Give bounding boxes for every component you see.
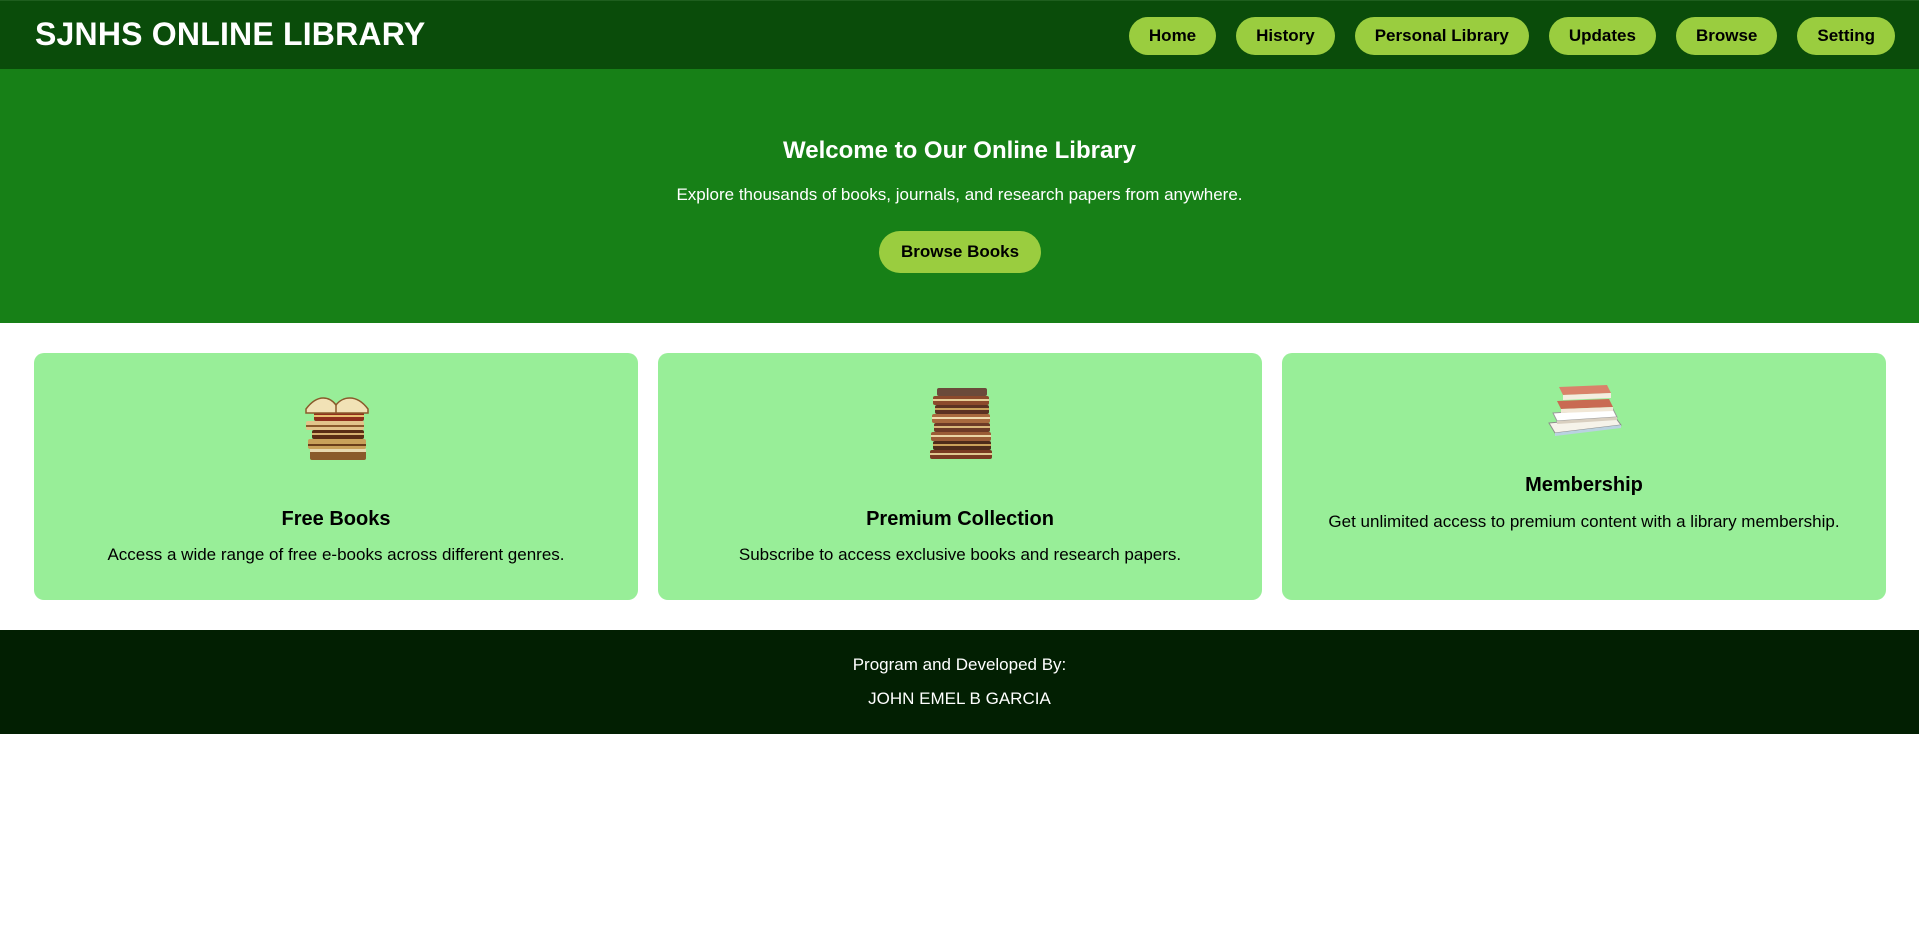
- card-description: Get unlimited access to premium content …: [1328, 512, 1840, 531]
- header: SJNHS ONLINE LIBRARY Home History Person…: [0, 0, 1919, 69]
- card-description: Access a wide range of free e-books acro…: [107, 545, 565, 564]
- card-title: Premium Collection: [866, 508, 1054, 530]
- site-title: SJNHS ONLINE LIBRARY: [35, 16, 426, 52]
- card-title: Free Books: [281, 508, 391, 530]
- book-stack-icon: [930, 388, 992, 459]
- nav-setting-button[interactable]: Setting: [1797, 17, 1895, 55]
- footer-developer-name: JOHN EMEL B GARCIA: [868, 689, 1051, 708]
- nav-browse-button[interactable]: Browse: [1675, 17, 1778, 55]
- feature-card-free-books: Free Books Access a wide range of free e…: [34, 353, 638, 600]
- book-stack-icon: [305, 397, 369, 460]
- card-title: Membership: [1525, 474, 1643, 496]
- book-stack-icon: [1548, 385, 1622, 436]
- browse-books-button[interactable]: Browse Books: [879, 231, 1041, 273]
- nav-updates-button[interactable]: Updates: [1548, 17, 1656, 55]
- hero-banner: Welcome to Our Online Library Explore th…: [0, 69, 1919, 323]
- card-description: Subscribe to access exclusive books and …: [738, 545, 1182, 564]
- nav-personal-library-button[interactable]: Personal Library: [1354, 17, 1529, 55]
- hero-subtitle: Explore thousands of books, journals, an…: [676, 185, 1243, 204]
- main-nav: Home History Personal Library Updates Br…: [1128, 17, 1895, 55]
- nav-history-button[interactable]: History: [1236, 17, 1335, 55]
- footer: Program and Developed By: JOHN EMEL B GA…: [0, 630, 1919, 734]
- nav-home-button[interactable]: Home: [1128, 17, 1217, 55]
- feature-card-membership: Membership Get unlimited access to premi…: [1282, 353, 1886, 600]
- footer-credit-label: Program and Developed By:: [852, 655, 1067, 674]
- hero-title: Welcome to Our Online Library: [783, 137, 1136, 164]
- feature-card-premium-collection: Premium Collection Subscribe to access e…: [658, 353, 1262, 600]
